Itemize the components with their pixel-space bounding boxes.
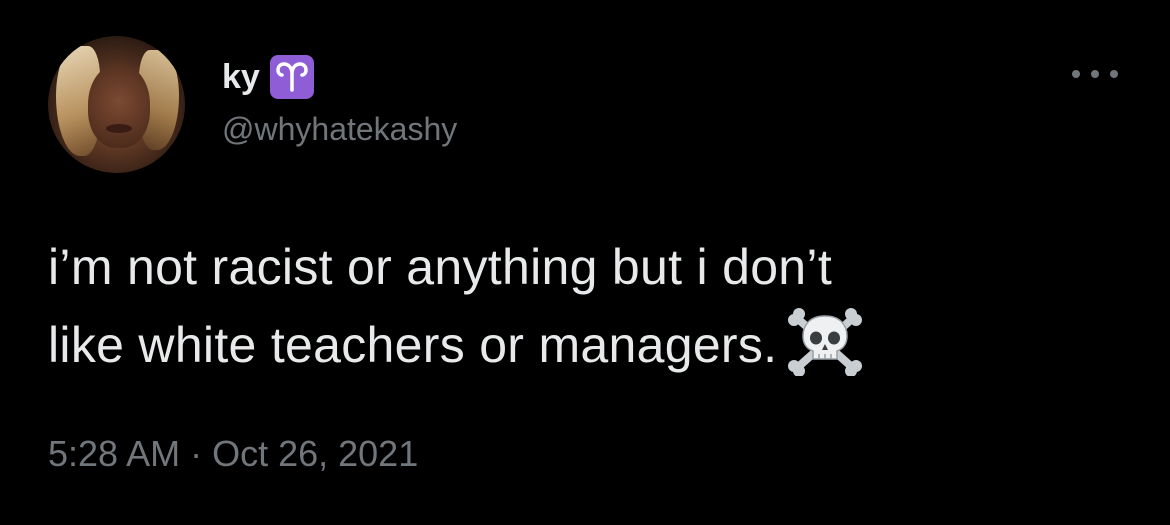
more-options-icon[interactable] — [1072, 62, 1118, 86]
dot-icon — [1110, 70, 1118, 78]
tweet-text-line: i’m not racist or anything but i don’t — [48, 239, 833, 295]
tweet-text-line-with-emoji: like white teachers or managers. — [48, 306, 1138, 398]
tweet-text: i’m not racist or anything but i don’t l… — [48, 228, 1138, 398]
tweet-text-line: like white teachers or managers. — [48, 317, 778, 373]
tweet: ky @whyhatekashy i’m not racist or anyth… — [0, 0, 1170, 525]
tweet-timestamp[interactable]: 5:28 AM · Oct 26, 2021 — [48, 432, 418, 475]
name-row: ky — [222, 52, 314, 102]
user-handle[interactable]: @whyhatekashy — [222, 110, 457, 148]
display-name[interactable]: ky — [222, 60, 260, 94]
avatar-lips — [106, 124, 132, 133]
dot-icon — [1091, 70, 1099, 78]
skull-and-crossbones-icon — [787, 308, 863, 398]
avatar[interactable] — [48, 36, 185, 173]
avatar-face — [88, 64, 150, 148]
dot-icon — [1072, 70, 1080, 78]
aries-icon — [269, 55, 314, 99]
